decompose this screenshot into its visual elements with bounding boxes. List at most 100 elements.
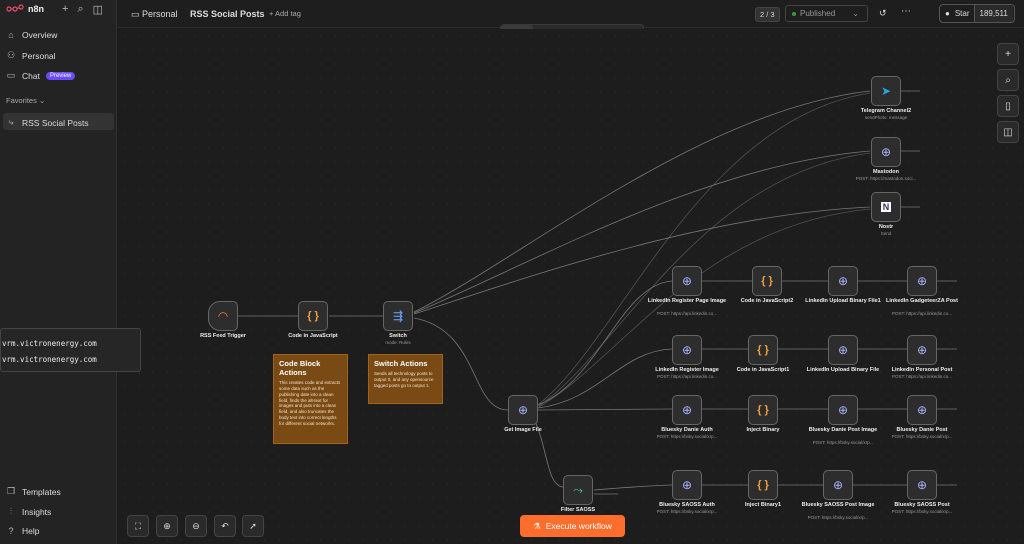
node-bluesky-saoss-auth[interactable]: ⊕ <box>672 470 702 500</box>
node-label: Mastodon <box>873 169 899 175</box>
cursor-icon: ➚ <box>249 520 257 531</box>
panel-icon: ◫ <box>1003 126 1013 138</box>
zoom-out-icon: ⊖ <box>192 520 200 531</box>
zoom-in-button[interactable]: ⊕ <box>156 515 178 537</box>
sticky-body: Sends all technology posts to output 0, … <box>374 371 434 388</box>
tooltip-line: vrm.victronenergy.com <box>2 339 97 348</box>
sticky-note-switch[interactable]: Switch Actions Sends all technology post… <box>368 354 443 404</box>
note-icon: ▯ <box>1005 100 1011 112</box>
globe-icon: ⊕ <box>517 403 529 417</box>
globe-icon: ⊕ <box>681 274 693 288</box>
node-subtitle: Send <box>880 231 892 236</box>
node-linkedin-gadgeteerza-post[interactable]: ⊕ <box>907 266 937 296</box>
node-subtitle: POST: https://bsky.social/xrp... <box>656 509 718 514</box>
globe-icon: ⊕ <box>681 478 693 492</box>
zoom-in-icon: ⊕ <box>163 520 171 531</box>
globe-icon: ⊕ <box>916 343 928 357</box>
node-code-in-javascript[interactable]: { } <box>298 301 328 331</box>
globe-icon: ⊕ <box>681 343 693 357</box>
sticky-note-button[interactable]: ▯ <box>997 95 1019 117</box>
node-mastodon[interactable]: ⊕ <box>871 137 901 167</box>
node-linkedin-register-page-image[interactable]: ⊕ <box>672 266 702 296</box>
node-linkedin-upload-binary-file1[interactable]: ⊕ <box>828 266 858 296</box>
node-inject-binary[interactable]: { } <box>748 395 778 425</box>
node-rss-feed-trigger[interactable]: ◠ <box>208 301 238 331</box>
select-tool-button[interactable]: ➚ <box>242 515 264 537</box>
node-label: Filter SAOSS <box>560 507 596 513</box>
node-label: Bluesky SAOSS Post <box>894 502 950 508</box>
globe-icon: ⊕ <box>681 403 693 417</box>
globe-icon: ⊕ <box>832 478 844 492</box>
filter-icon: ⤳ <box>573 482 583 497</box>
node-subtitle: POST: https://api.linkedin.co... <box>656 374 718 379</box>
sticky-title: Switch Actions <box>374 359 428 368</box>
node-linkedin-upload-binary-file[interactable]: ⊕ <box>828 335 858 365</box>
globe-icon: ⊕ <box>916 274 928 288</box>
globe-icon: ⊕ <box>880 145 892 159</box>
node-subtitle: POST: https://api.linkedin.co... <box>891 311 953 316</box>
node-subtitle: POST: https://bsky.social/xrp... <box>656 434 718 439</box>
node-bluesky-danie-post-image[interactable]: ⊕ <box>828 395 858 425</box>
execute-label: Execute workflow <box>545 521 612 531</box>
node-label: Nostr <box>878 224 894 230</box>
fit-view-button[interactable]: ⛶ <box>127 515 149 537</box>
node-code-in-javascript1[interactable]: { } <box>748 335 778 365</box>
node-linkedin-register-image[interactable]: ⊕ <box>672 335 702 365</box>
node-label: Bluesky Danie Post <box>896 427 948 433</box>
node-label: Telegram Channel2 <box>860 108 912 114</box>
add-node-button[interactable]: + <box>997 43 1019 65</box>
nostr-icon: N <box>880 202 892 212</box>
node-filter-saoss[interactable]: ⤳ <box>563 475 593 505</box>
node-subtitle: POST: https://bsky.social/xrp... <box>891 434 953 439</box>
code-icon: { } <box>757 479 769 491</box>
node-telegram-channel2[interactable]: ➤ <box>871 76 901 106</box>
code-icon: { } <box>757 344 769 356</box>
node-bluesky-saoss-post-image[interactable]: ⊕ <box>823 470 853 500</box>
node-inject-binary1[interactable]: { } <box>748 470 778 500</box>
globe-icon: ⊕ <box>837 403 849 417</box>
rss-icon: ◠ <box>217 309 229 323</box>
node-subtitle: POST: https://bsky.social/xrp... <box>891 509 953 514</box>
node-label: LinkedIn Personal Post <box>891 367 953 373</box>
code-icon: { } <box>307 310 319 322</box>
node-label: Switch <box>389 333 407 339</box>
node-subtitle: POST: https://api.linkedin.co... <box>891 374 953 379</box>
node-label: Get Image File <box>504 427 542 433</box>
tooltip-line: vrm.victronenergy.com <box>2 355 97 364</box>
node-switch[interactable]: ⇶ <box>383 301 413 331</box>
sticky-body: This creates code and extracts some data… <box>279 380 341 426</box>
node-bluesky-danie-post[interactable]: ⊕ <box>907 395 937 425</box>
flask-icon: ⚗ <box>533 520 541 531</box>
code-icon: { } <box>761 275 773 287</box>
node-subtitle: POST: https://bsky.social/xrp... <box>807 515 869 520</box>
plus-icon: + <box>1005 48 1011 60</box>
globe-icon: ⊕ <box>916 478 928 492</box>
node-label: LinkedIn GadgeteerZA Post <box>886 298 958 304</box>
zoom-out-button[interactable]: ⊖ <box>185 515 207 537</box>
globe-icon: ⊕ <box>916 403 928 417</box>
node-subtitle: POST: https://mastodon.soci... <box>855 176 917 181</box>
undo-button[interactable]: ↶ <box>214 515 236 537</box>
node-subtitle: mode: Rules <box>385 340 411 345</box>
node-get-image-file[interactable]: ⊕ <box>508 395 538 425</box>
globe-icon: ⊕ <box>837 274 849 288</box>
fit-view-icon: ⛶ <box>134 520 142 531</box>
node-linkedin-personal-post[interactable]: ⊕ <box>907 335 937 365</box>
node-nostr[interactable]: N <box>871 192 901 222</box>
undo-icon: ↶ <box>221 520 229 531</box>
sticky-note-code[interactable]: Code Block Actions This creates code and… <box>273 354 348 444</box>
search-nodes-button[interactable]: ⌕ <box>997 69 1019 91</box>
node-code-in-javascript2[interactable]: { } <box>752 266 782 296</box>
globe-icon: ⊕ <box>837 343 849 357</box>
code-icon: { } <box>757 404 769 416</box>
switch-icon: ⇶ <box>392 309 404 323</box>
node-bluesky-saoss-post[interactable]: ⊕ <box>907 470 937 500</box>
node-bluesky-danie-auth[interactable]: ⊕ <box>672 395 702 425</box>
search-icon: ⌕ <box>1005 74 1011 86</box>
url-tooltip: vrm.victronenergy.com vrm.victronenergy.… <box>0 328 141 372</box>
toggle-panel-button[interactable]: ◫ <box>997 121 1019 143</box>
execute-workflow-button[interactable]: ⚗ Execute workflow <box>520 515 625 537</box>
telegram-icon: ➤ <box>880 84 892 98</box>
node-subtitle: sendPhoto: message <box>864 115 908 120</box>
sticky-title: Code Block Actions <box>279 359 321 377</box>
